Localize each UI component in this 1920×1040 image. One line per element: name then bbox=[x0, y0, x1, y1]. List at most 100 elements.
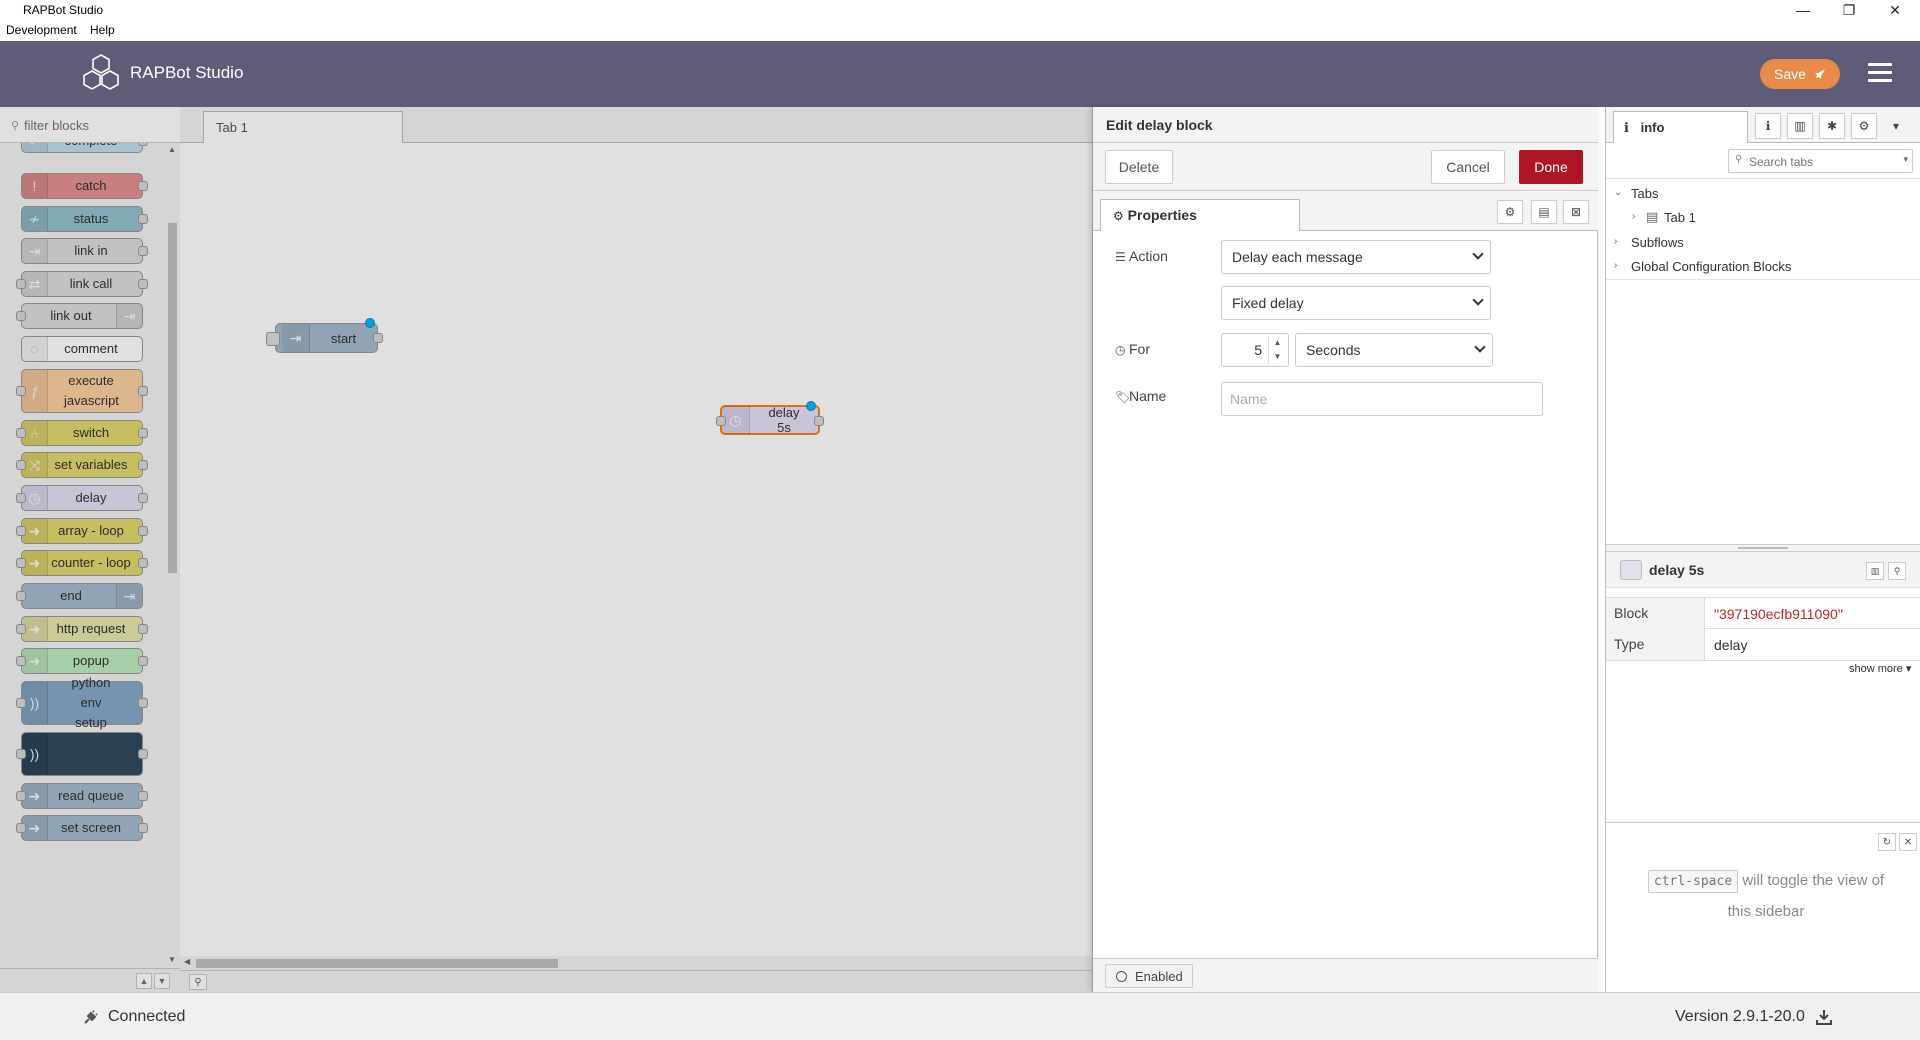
input-port[interactable] bbox=[16, 624, 26, 634]
delay-type-select[interactable]: Fixed delay bbox=[1221, 286, 1491, 320]
flow-node-delay-5s[interactable]: ◷ delay 5s bbox=[716, 401, 824, 435]
input-port[interactable] bbox=[16, 311, 26, 321]
workspace-hscrollbar[interactable]: ◀ bbox=[180, 956, 1092, 970]
output-port[interactable] bbox=[138, 143, 148, 146]
sidebar-menu-button[interactable]: ▾ bbox=[1883, 113, 1909, 139]
tree-tab-1[interactable]: › ▤ Tab 1 bbox=[1606, 207, 1920, 229]
output-port[interactable] bbox=[138, 791, 148, 801]
scroll-down-icon[interactable]: ▼ bbox=[168, 955, 176, 964]
palette-node-catch[interactable]: ! catch bbox=[21, 173, 148, 199]
palette-node-counter-loop[interactable]: ➜ counter - loop bbox=[16, 550, 148, 576]
input-port[interactable] bbox=[16, 493, 26, 503]
palette-node-read-queue[interactable]: ➜ read queue bbox=[16, 783, 148, 809]
input-port[interactable] bbox=[16, 428, 26, 438]
input-port[interactable] bbox=[716, 416, 726, 426]
palette-node-popup[interactable]: ➜ popup bbox=[16, 648, 148, 674]
palette-node-status[interactable]: ≁ status bbox=[21, 206, 148, 232]
palette-node-python-env-setup[interactable]: )) python env setup bbox=[16, 675, 148, 730]
palette-node-set-variables[interactable]: ⤨ set variables bbox=[16, 452, 148, 478]
input-port[interactable] bbox=[16, 698, 26, 708]
output-port[interactable] bbox=[138, 526, 148, 536]
output-port[interactable] bbox=[138, 386, 148, 396]
scroll-up-icon[interactable]: ▲ bbox=[168, 145, 176, 154]
expand-all-button[interactable]: ▼ bbox=[154, 973, 170, 989]
node-search-button[interactable]: ⚲ bbox=[1888, 562, 1906, 580]
sidebar-splitter[interactable] bbox=[1606, 544, 1920, 552]
menu-development[interactable]: Development bbox=[6, 23, 77, 37]
config-tab-button[interactable]: ⚙ bbox=[1851, 113, 1877, 139]
info-tab-button[interactable]: ℹ bbox=[1755, 113, 1781, 139]
input-port[interactable] bbox=[16, 460, 26, 470]
show-more-link[interactable]: show more ▾ bbox=[1849, 662, 1911, 675]
download-icon[interactable] bbox=[1815, 1008, 1833, 1026]
palette-node-array-loop[interactable]: ➜ array - loop bbox=[16, 518, 148, 544]
output-port[interactable] bbox=[138, 823, 148, 833]
palette-node-end[interactable]: end ⇥ bbox=[16, 583, 143, 609]
output-port[interactable] bbox=[138, 624, 148, 634]
output-port[interactable] bbox=[138, 428, 148, 438]
input-port[interactable] bbox=[16, 591, 26, 601]
output-port[interactable] bbox=[373, 333, 383, 343]
palette-filter-input[interactable] bbox=[24, 115, 174, 135]
palette-scrollbar[interactable]: ▲ ▼ bbox=[165, 143, 180, 968]
palette-node-set-screen[interactable]: ➜ set screen bbox=[16, 815, 148, 841]
main-menu-button[interactable] bbox=[1868, 63, 1892, 83]
menu-help[interactable]: Help bbox=[90, 23, 115, 37]
tab-tab-1[interactable]: Tab 1 bbox=[203, 111, 403, 143]
tab-properties[interactable]: ⚙ Properties bbox=[1100, 199, 1300, 231]
output-port[interactable] bbox=[138, 493, 148, 503]
palette-node-delay[interactable]: ◷ delay bbox=[16, 485, 148, 511]
done-button[interactable]: Done bbox=[1519, 150, 1583, 184]
units-select[interactable]: Seconds bbox=[1295, 333, 1493, 367]
node-description-button[interactable]: ▤ bbox=[1531, 200, 1557, 224]
delay-value-spinner[interactable]: 5 ▲ ▼ bbox=[1221, 333, 1289, 367]
debug-tab-button[interactable]: ✱ bbox=[1819, 113, 1845, 139]
refresh-button[interactable]: ↻ bbox=[1878, 833, 1896, 851]
node-settings-button[interactable]: ⚙ bbox=[1497, 200, 1523, 224]
output-port[interactable] bbox=[814, 416, 824, 426]
palette-node-complete[interactable]: ✓ complete bbox=[21, 143, 148, 153]
delete-button[interactable]: Delete bbox=[1105, 150, 1173, 184]
palette-node-link-out[interactable]: link out ⇥ bbox=[16, 303, 143, 329]
input-port[interactable] bbox=[16, 526, 26, 536]
output-port[interactable] bbox=[138, 698, 148, 708]
palette-node-http-request[interactable]: ➜ http request bbox=[16, 616, 148, 642]
output-port[interactable] bbox=[138, 279, 148, 289]
output-port[interactable] bbox=[138, 460, 148, 470]
input-port[interactable] bbox=[16, 823, 26, 833]
spinner-down-icon[interactable]: ▼ bbox=[1269, 350, 1286, 364]
close-window-button[interactable]: ✕ bbox=[1872, 0, 1918, 20]
output-port[interactable] bbox=[138, 246, 148, 256]
palette-scroll-thumb[interactable] bbox=[168, 223, 177, 573]
close-help-button[interactable]: ✕ bbox=[1899, 833, 1917, 851]
help-tab-button[interactable]: ▥ bbox=[1787, 113, 1813, 139]
caret-down-icon[interactable]: ▾ bbox=[1903, 154, 1908, 165]
scroll-left-icon[interactable]: ◀ bbox=[184, 957, 190, 966]
minimize-button[interactable]: — bbox=[1780, 0, 1826, 20]
node-appearance-button[interactable]: ⊠ bbox=[1563, 200, 1589, 224]
tree-subflows[interactable]: › Subflows bbox=[1606, 232, 1920, 254]
palette-node-switch[interactable]: ⑃ switch bbox=[16, 420, 148, 446]
input-port[interactable] bbox=[16, 279, 26, 289]
cancel-button[interactable]: Cancel bbox=[1431, 150, 1505, 184]
input-port[interactable] bbox=[16, 791, 26, 801]
output-port[interactable] bbox=[138, 749, 148, 759]
palette-node-link-in[interactable]: ⇥ link in bbox=[21, 238, 148, 264]
enabled-toggle[interactable]: Enabled bbox=[1105, 964, 1193, 988]
tree-tabs[interactable]: ⌄ Tabs bbox=[1606, 183, 1920, 205]
input-port[interactable] bbox=[16, 386, 26, 396]
palette-node-dark[interactable]: )) bbox=[16, 732, 148, 776]
output-port[interactable] bbox=[138, 656, 148, 666]
search-flows-button[interactable]: ⚲ bbox=[189, 974, 207, 990]
action-select[interactable]: Delay each message bbox=[1221, 240, 1491, 274]
tree-global-config[interactable]: › Global Configuration Blocks bbox=[1606, 256, 1920, 278]
inject-button[interactable] bbox=[266, 332, 280, 346]
output-port[interactable] bbox=[138, 181, 148, 191]
palette-node-link-call[interactable]: ⇄ link call bbox=[16, 271, 148, 297]
workspace-hscroll-thumb[interactable] bbox=[196, 959, 558, 968]
output-port[interactable] bbox=[138, 214, 148, 224]
save-button[interactable]: Save bbox=[1760, 59, 1840, 89]
restore-button[interactable]: ❐ bbox=[1826, 0, 1872, 20]
collapse-all-button[interactable]: ▲ bbox=[136, 973, 152, 989]
flow-canvas[interactable]: ⇥ start ◷ delay 5s bbox=[180, 143, 1092, 956]
